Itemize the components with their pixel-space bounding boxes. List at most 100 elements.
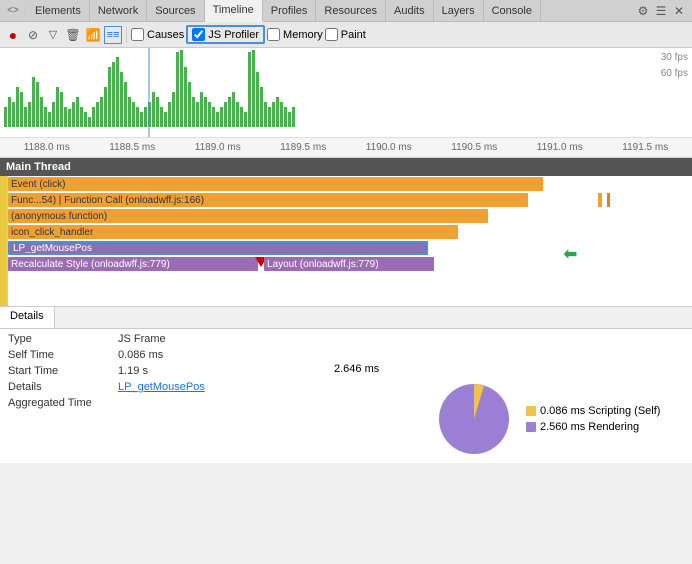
timeline-toolbar: ● ⊘ ▽ 🗑 📶 ≡≡ Causes JS Profiler Memory P… xyxy=(0,22,692,48)
tab-sources[interactable]: Sources xyxy=(147,0,204,22)
agg-total: 2.646 ms xyxy=(334,363,379,375)
details-row-details: Details LP_getMousePos xyxy=(8,381,424,393)
details-key: Details xyxy=(8,381,118,393)
icon-click-bar[interactable]: icon_click_handler xyxy=(8,225,458,239)
agg-chart-area: 0.086 ms Scripting (Self) 2.560 ms Rende… xyxy=(434,379,660,459)
layout-bar[interactable]: Layout (onloadwff.js:779) xyxy=(264,257,434,271)
tab-bar: <> Elements Network Sources Timeline Pro… xyxy=(0,0,692,22)
paint-label: Paint xyxy=(341,29,366,41)
layout-label: Layout (onloadwff.js:779) xyxy=(267,259,379,270)
record-icon[interactable]: ● xyxy=(4,26,22,44)
anonymous-function-bar[interactable]: (anonymous function) xyxy=(8,209,488,223)
tab-profiles[interactable]: Profiles xyxy=(263,0,317,22)
lp-getmousepos-label: LP_getMousePos xyxy=(13,243,92,254)
tick-7: 1191.5 ms xyxy=(603,142,689,153)
stop-icon[interactable]: ⊘ xyxy=(24,26,42,44)
lp-getmousepos-bar[interactable]: LP_getMousePos xyxy=(8,241,428,255)
starttime-val: 1.19 s xyxy=(118,365,148,377)
tab-details[interactable]: Details xyxy=(0,307,55,328)
flame-row-2: (anonymous function) xyxy=(0,208,692,224)
causes-checkbox-label[interactable]: Causes xyxy=(131,28,184,41)
causes-label: Causes xyxy=(147,29,184,41)
fps30-label: 30 fps xyxy=(661,50,688,66)
main-thread-label: Main Thread xyxy=(6,161,71,173)
aggtime-key: Aggregated Time xyxy=(8,397,118,409)
anonymous-label: (anonymous function) xyxy=(11,211,107,222)
js-profiler-label: JS Profiler xyxy=(208,29,259,41)
flame-icon[interactable]: ≡≡ xyxy=(104,26,122,44)
flame-row-0: Event (click) xyxy=(0,176,692,192)
recalculate-style-bar[interactable]: Recalculate Style (onloadwff.js:779) xyxy=(8,257,258,271)
tick-2: 1189.0 ms xyxy=(175,142,261,153)
tick-3: 1189.5 ms xyxy=(261,142,347,153)
js-profiler-box: JS Profiler xyxy=(186,25,265,44)
tick-4: 1190.0 ms xyxy=(346,142,432,153)
trash-icon[interactable]: 🗑 xyxy=(64,26,82,44)
tab-timeline[interactable]: Timeline xyxy=(205,0,263,22)
main-thread-header: Main Thread xyxy=(0,158,692,176)
tab-layers[interactable]: Layers xyxy=(434,0,484,22)
timeline-svg xyxy=(0,48,640,137)
close-icon[interactable]: ✕ xyxy=(670,2,688,20)
memory-checkbox-label[interactable]: Memory xyxy=(267,28,323,41)
type-key: Type xyxy=(8,333,118,345)
details-tab-bar: Details xyxy=(0,307,692,329)
details-content: Type JS Frame Self Time 0.086 ms Start T… xyxy=(0,329,692,463)
flame-row-5: Recalculate Style (onloadwff.js:779) Lay… xyxy=(0,256,692,272)
toolbar-sep1 xyxy=(126,27,127,43)
expand-icon[interactable]: <> xyxy=(4,2,22,20)
icon-click-label: icon_click_handler xyxy=(11,227,93,238)
causes-checkbox[interactable] xyxy=(131,28,144,41)
flame-row-1: Func...54) | Function Call (onloadwff.js… xyxy=(0,192,692,208)
separator xyxy=(24,3,25,19)
js-profiler-checkbox[interactable] xyxy=(192,28,205,41)
tab-network[interactable]: Network xyxy=(90,0,147,22)
tab-resources[interactable]: Resources xyxy=(316,0,386,22)
timeline-chart[interactable]: 30 fps 60 fps xyxy=(0,48,692,158)
function-call-bar[interactable]: Func...54) | Function Call (onloadwff.js… xyxy=(8,193,528,207)
paint-checkbox-label[interactable]: Paint xyxy=(325,28,366,41)
details-link[interactable]: LP_getMousePos xyxy=(118,381,205,393)
pie-chart xyxy=(434,379,514,459)
chart-legend: 0.086 ms Scripting (Self) 2.560 ms Rende… xyxy=(526,405,660,433)
details-panel: Details Type JS Frame Self Time 0.086 ms… xyxy=(0,306,692,463)
legend-scripting: 0.086 ms Scripting (Self) xyxy=(526,405,660,417)
starttime-key: Start Time xyxy=(8,365,118,377)
bar-extra2 xyxy=(607,193,610,207)
recalculate-label: Recalculate Style (onloadwff.js:779) xyxy=(11,259,170,270)
filter-icon[interactable]: ▽ xyxy=(44,26,62,44)
fps-labels: 30 fps 60 fps xyxy=(661,50,688,82)
memory-checkbox[interactable] xyxy=(267,28,280,41)
rendering-legend-label: 2.560 ms Rendering xyxy=(540,421,639,433)
rendering-color xyxy=(526,422,536,432)
selftime-val: 0.086 ms xyxy=(118,349,163,361)
legend-rendering: 2.560 ms Rendering xyxy=(526,421,660,433)
bar-extra1 xyxy=(598,193,602,207)
selftime-key: Self Time xyxy=(8,349,118,361)
settings-icon[interactable]: ⚙ xyxy=(634,2,652,20)
function-call-label: Func...54) | Function Call (onloadwff.js… xyxy=(11,195,204,206)
tab-console[interactable]: Console xyxy=(484,0,541,22)
chart-icon[interactable]: 📶 xyxy=(84,26,102,44)
details-left-col: Type JS Frame Self Time 0.086 ms Start T… xyxy=(8,333,424,459)
scripting-color xyxy=(526,406,536,416)
tick-0: 1188.0 ms xyxy=(4,142,90,153)
tick-5: 1190.5 ms xyxy=(432,142,518,153)
tick-6: 1191.0 ms xyxy=(517,142,603,153)
event-click-bar[interactable]: Event (click) xyxy=(8,177,543,191)
details-right-col: 2.646 ms 0.086 ms Scripting (Self) xyxy=(424,333,684,459)
tab-elements[interactable]: Elements xyxy=(27,0,90,22)
paint-checkbox[interactable] xyxy=(325,28,338,41)
type-val: JS Frame xyxy=(118,333,166,345)
js-profiler-checkbox-label[interactable]: JS Profiler xyxy=(192,28,259,41)
details-row-selftime: Self Time 0.086 ms xyxy=(8,349,424,361)
flame-chart[interactable]: Event (click) Func...54) | Function Call… xyxy=(0,176,692,306)
scripting-legend-label: 0.086 ms Scripting (Self) xyxy=(540,405,660,417)
tick-1: 1188.5 ms xyxy=(90,142,176,153)
details-row-aggtime: Aggregated Time xyxy=(8,397,424,409)
memory-label: Memory xyxy=(283,29,323,41)
more-icon[interactable]: ☰ xyxy=(652,2,670,20)
flame-row-3: icon_click_handler xyxy=(0,224,692,240)
fps60-label: 60 fps xyxy=(661,66,688,82)
tab-audits[interactable]: Audits xyxy=(386,0,434,22)
